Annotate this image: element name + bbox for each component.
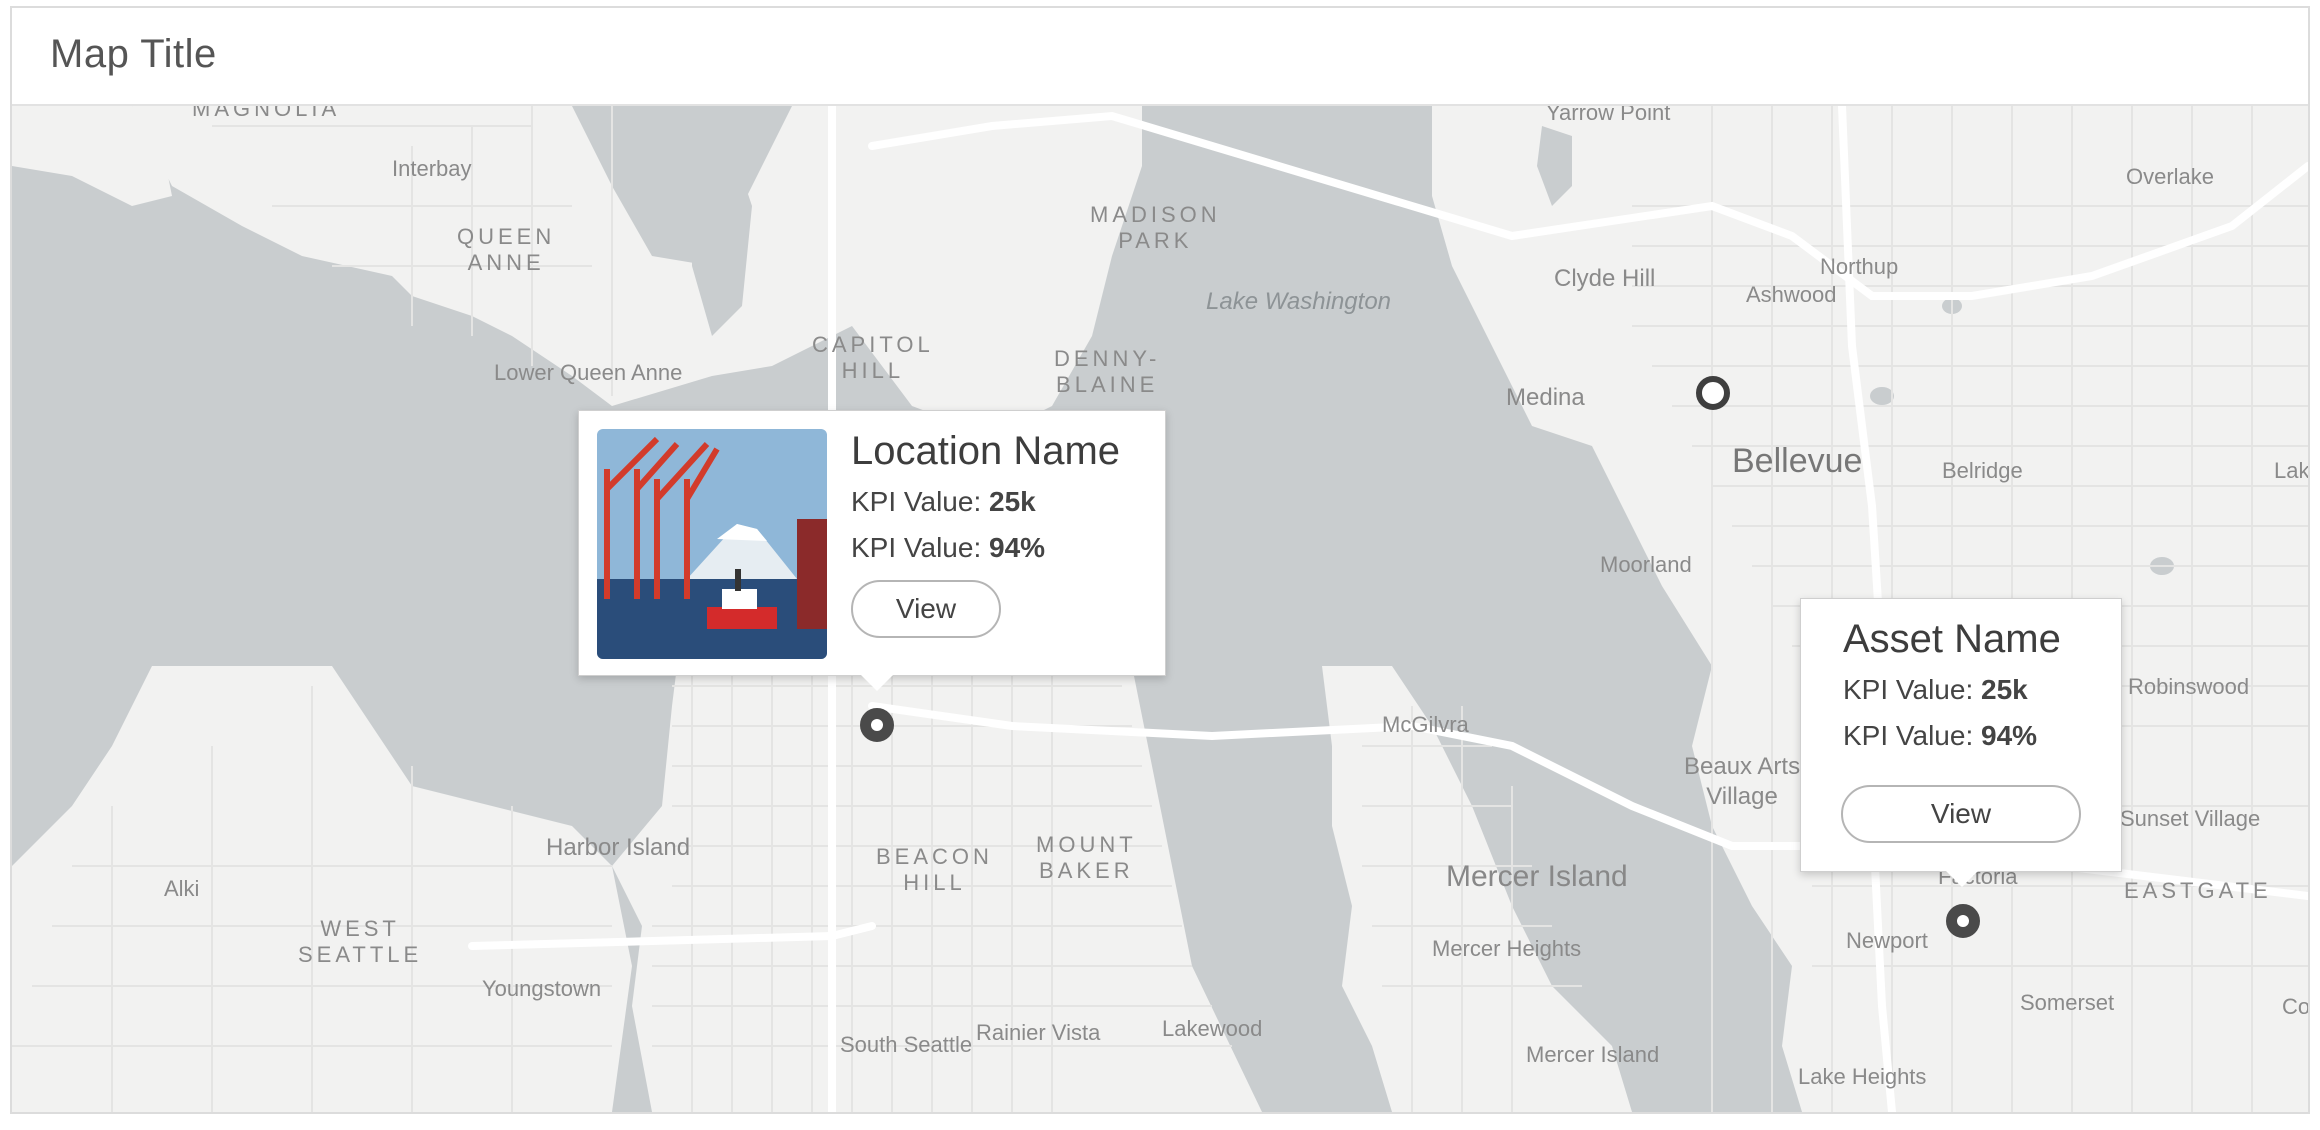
location-view-button[interactable]: View — [851, 580, 1001, 638]
label-lake-washington: Lake Washington — [1206, 288, 1392, 315]
label-mercer-island-south: Mercer Island — [1526, 1042, 1660, 1067]
label-beacon-hill: BEACON HILL — [876, 844, 993, 895]
label-lake-heights: Lake Heights — [1798, 1064, 1927, 1089]
label-madison-park: MADISON PARK — [1090, 202, 1221, 253]
label-overlake: Overlake — [2126, 164, 2215, 189]
label-mount-baker: MOUNT BAKER — [1036, 832, 1137, 883]
label-somerset: Somerset — [2020, 990, 2115, 1015]
map-card: Map Title MAGNOLIA Interbay QUEEN ANNE L… — [10, 6, 2310, 1114]
label-mercer-island: Mercer Island — [1446, 860, 1628, 893]
label-harbor-island: Harbor Island — [546, 834, 691, 861]
map-canvas[interactable]: MAGNOLIA Interbay QUEEN ANNE Lower Queen… — [12, 96, 2310, 1112]
label-capitol-hill: CAPITOL HILL — [812, 332, 934, 383]
label-alki: Alki — [164, 876, 200, 901]
asset-popup-title: Asset Name — [1843, 617, 2061, 661]
map-pin-bellevue[interactable] — [1696, 376, 1730, 410]
label-mercer-heights: Mercer Heights — [1432, 936, 1582, 961]
label-belridge: Belridge — [1942, 458, 2023, 483]
label-denny-blaine: DENNY- BLAINE — [1054, 346, 1161, 397]
location-popup: Location Name KPI Value: 25k KPI Value: … — [578, 410, 1166, 691]
label-beaux-arts-village: Beaux Arts Village — [1684, 753, 1801, 810]
map-header: Map Title — [12, 8, 2308, 106]
label-medina: Medina — [1506, 384, 1585, 411]
label-sunset-village: Sunset Village — [2120, 806, 2261, 831]
asset-kpi-1: KPI Value: 25k — [1843, 674, 2028, 705]
map-title: Map Title — [50, 32, 217, 76]
location-popup-title: Location Name — [851, 429, 1121, 473]
location-kpi-1: KPI Value: 25k — [851, 486, 1036, 517]
label-lower-queen-anne: Lower Queen Anne — [494, 360, 683, 385]
label-mcgilvra: McGilvra — [1382, 712, 1469, 737]
asset-view-button[interactable]: View — [1841, 785, 2081, 843]
label-youngstown: Youngstown — [482, 976, 602, 1001]
location-photo — [597, 429, 827, 659]
label-robinswood: Robinswood — [2128, 674, 2250, 699]
label-moorland: Moorland — [1600, 552, 1692, 577]
label-eastgate: EASTGATE — [2124, 878, 2272, 903]
asset-kpi-2: KPI Value: 94% — [1843, 720, 2038, 751]
label-south-seattle: South Seattle — [840, 1032, 973, 1057]
label-lakewood: Lakewood — [1162, 1016, 1263, 1041]
label-newport: Newport — [1846, 928, 1928, 953]
location-kpi-2: KPI Value: 94% — [851, 532, 1046, 563]
label-bellevue: Bellevue — [1732, 442, 1863, 480]
label-northup: Northup — [1820, 254, 1899, 279]
label-rainier-vista: Rainier Vista — [976, 1020, 1101, 1045]
label-co: Co — [2282, 994, 2310, 1019]
label-clyde-hill: Clyde Hill — [1554, 265, 1656, 292]
map-pin-asset[interactable] — [1946, 904, 1980, 938]
label-lak: Lak — [2274, 458, 2310, 483]
label-queen-anne: QUEEN ANNE — [457, 224, 556, 275]
label-ashwood: Ashwood — [1746, 282, 1837, 307]
label-interbay: Interbay — [392, 156, 472, 181]
asset-popup: Asset Name KPI Value: 25k KPI Value: 94%… — [1800, 598, 2122, 887]
map-pin-location[interactable] — [860, 708, 894, 742]
label-west-seattle: WEST SEATTLE — [298, 916, 423, 967]
